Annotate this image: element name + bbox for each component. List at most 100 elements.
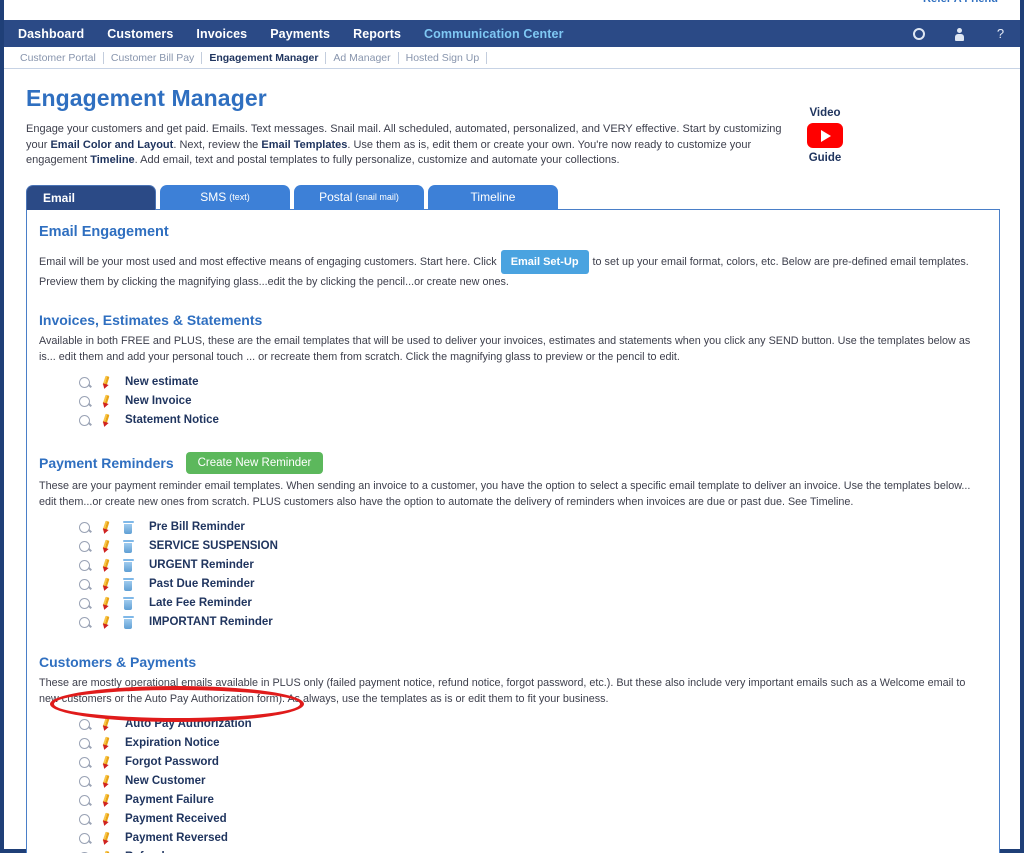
preview-magnifier-icon[interactable]: [73, 794, 95, 806]
delete-trash-icon[interactable]: [117, 539, 139, 553]
tab-postal[interactable]: Postal (snail mail): [294, 184, 424, 210]
edit-pencil-icon[interactable]: [95, 558, 117, 572]
template-label[interactable]: New estimate: [125, 376, 199, 388]
template-label[interactable]: Pre Bill Reminder: [149, 521, 245, 533]
delete-trash-icon[interactable]: [117, 520, 139, 534]
list-item[interactable]: Statement Notice: [73, 411, 983, 430]
edit-pencil-icon[interactable]: [95, 413, 117, 427]
list-item[interactable]: Past Due Reminder: [73, 575, 983, 594]
list-item[interactable]: New Customer: [73, 772, 983, 791]
delete-trash-icon[interactable]: [117, 596, 139, 610]
preview-magnifier-icon[interactable]: [73, 578, 95, 590]
template-label[interactable]: Late Fee Reminder: [149, 597, 252, 609]
nav-item-invoices[interactable]: Invoices: [196, 27, 247, 41]
template-label[interactable]: New Customer: [125, 775, 206, 787]
preview-magnifier-icon[interactable]: [73, 756, 95, 768]
edit-pencil-icon[interactable]: [95, 539, 117, 553]
tab-email[interactable]: Email: [26, 184, 156, 210]
invoices-section-heading: Invoices, Estimates & Statements: [39, 311, 263, 328]
list-item[interactable]: Pre Bill Reminder: [73, 518, 983, 537]
nav-item-communication-center[interactable]: Communication Center: [424, 27, 564, 41]
template-label[interactable]: Past Due Reminder: [149, 578, 254, 590]
edit-pencil-icon[interactable]: [95, 831, 117, 845]
list-item[interactable]: Refund: [73, 848, 983, 853]
subnav-item-engagement-manager[interactable]: Engagement Manager: [202, 51, 327, 64]
tab-timeline[interactable]: Timeline: [428, 184, 558, 210]
preview-magnifier-icon[interactable]: [73, 559, 95, 571]
user-icon[interactable]: [952, 26, 967, 41]
list-item[interactable]: IMPORTANT Reminder: [73, 613, 983, 632]
nav-item-reports[interactable]: Reports: [353, 27, 401, 41]
edit-pencil-icon[interactable]: [95, 717, 117, 731]
nav-icon-group: ?: [911, 20, 1008, 47]
youtube-play-icon[interactable]: [807, 123, 843, 148]
template-label[interactable]: Auto Pay Authorization: [125, 718, 252, 730]
list-item[interactable]: New estimate: [73, 373, 983, 392]
list-item[interactable]: Late Fee Reminder: [73, 594, 983, 613]
template-label[interactable]: IMPORTANT Reminder: [149, 616, 273, 628]
list-item[interactable]: New Invoice: [73, 392, 983, 411]
email-setup-button[interactable]: Email Set-Up: [500, 249, 589, 274]
template-label[interactable]: Expiration Notice: [125, 737, 220, 749]
edit-pencil-icon[interactable]: [95, 520, 117, 534]
template-label[interactable]: New Invoice: [125, 395, 191, 407]
template-label[interactable]: SERVICE SUSPENSION: [149, 540, 278, 552]
template-label[interactable]: Payment Reversed: [125, 832, 228, 844]
template-label[interactable]: Payment Received: [125, 813, 227, 825]
guide-label: Guide: [808, 152, 842, 164]
list-item[interactable]: Payment Received: [73, 810, 983, 829]
list-item[interactable]: Auto Pay Authorization: [73, 715, 983, 734]
edit-pencil-icon[interactable]: [95, 755, 117, 769]
edit-pencil-icon[interactable]: [95, 577, 117, 591]
preview-magnifier-icon[interactable]: [73, 597, 95, 609]
subnav-item-ad-manager[interactable]: Ad Manager: [326, 51, 399, 64]
subnav-item-customer-bill-pay[interactable]: Customer Bill Pay: [104, 51, 203, 64]
nav-item-payments[interactable]: Payments: [270, 27, 330, 41]
gear-icon[interactable]: [911, 26, 926, 41]
edit-pencil-icon[interactable]: [95, 375, 117, 389]
template-label[interactable]: Payment Failure: [125, 794, 214, 806]
list-item[interactable]: Payment Reversed: [73, 829, 983, 848]
preview-magnifier-icon[interactable]: [73, 521, 95, 533]
edit-pencil-icon[interactable]: [95, 596, 117, 610]
preview-magnifier-icon[interactable]: [73, 813, 95, 825]
preview-magnifier-icon[interactable]: [73, 775, 95, 787]
preview-magnifier-icon[interactable]: [73, 540, 95, 552]
list-item[interactable]: SERVICE SUSPENSION: [73, 537, 983, 556]
list-item[interactable]: Forgot Password: [73, 753, 983, 772]
list-item[interactable]: Expiration Notice: [73, 734, 983, 753]
delete-trash-icon[interactable]: [117, 558, 139, 572]
intro-bold-email-color-layout: Email Color and Layout: [50, 138, 174, 151]
subnav-item-hosted-sign-up[interactable]: Hosted Sign Up: [399, 51, 488, 64]
preview-magnifier-icon[interactable]: [73, 616, 95, 628]
list-item[interactable]: Payment Failure: [73, 791, 983, 810]
email-engagement-heading: Email Engagement: [39, 223, 169, 240]
preview-magnifier-icon[interactable]: [73, 395, 95, 407]
preview-magnifier-icon[interactable]: [73, 737, 95, 749]
edit-pencil-icon[interactable]: [95, 736, 117, 750]
edit-pencil-icon[interactable]: [95, 793, 117, 807]
preview-magnifier-icon[interactable]: [73, 832, 95, 844]
preview-magnifier-icon[interactable]: [73, 414, 95, 426]
edit-pencil-icon[interactable]: [95, 774, 117, 788]
edit-pencil-icon[interactable]: [95, 394, 117, 408]
template-label[interactable]: Statement Notice: [125, 414, 219, 426]
tab-sms[interactable]: SMS (text): [160, 184, 290, 210]
nav-item-dashboard[interactable]: Dashboard: [18, 27, 84, 41]
subnav-item-customer-portal[interactable]: Customer Portal: [18, 51, 104, 64]
delete-trash-icon[interactable]: [117, 615, 139, 629]
nav-item-customers[interactable]: Customers: [107, 27, 173, 41]
preview-magnifier-icon[interactable]: [73, 376, 95, 388]
create-new-reminder-button[interactable]: Create New Reminder: [185, 451, 324, 474]
sub-navigation: Customer Portal Customer Bill Pay Engage…: [4, 47, 1020, 69]
delete-trash-icon[interactable]: [117, 577, 139, 591]
list-item[interactable]: URGENT Reminder: [73, 556, 983, 575]
edit-pencil-icon[interactable]: [95, 812, 117, 826]
customers-payments-text: These are mostly operational emails avai…: [39, 676, 966, 705]
preview-magnifier-icon[interactable]: [73, 718, 95, 730]
edit-pencil-icon[interactable]: [95, 615, 117, 629]
template-label[interactable]: URGENT Reminder: [149, 559, 254, 571]
template-label[interactable]: Forgot Password: [125, 756, 219, 768]
help-icon[interactable]: ?: [993, 26, 1008, 41]
refer-a-friend-link[interactable]: Refer A Friend: [923, 0, 998, 5]
